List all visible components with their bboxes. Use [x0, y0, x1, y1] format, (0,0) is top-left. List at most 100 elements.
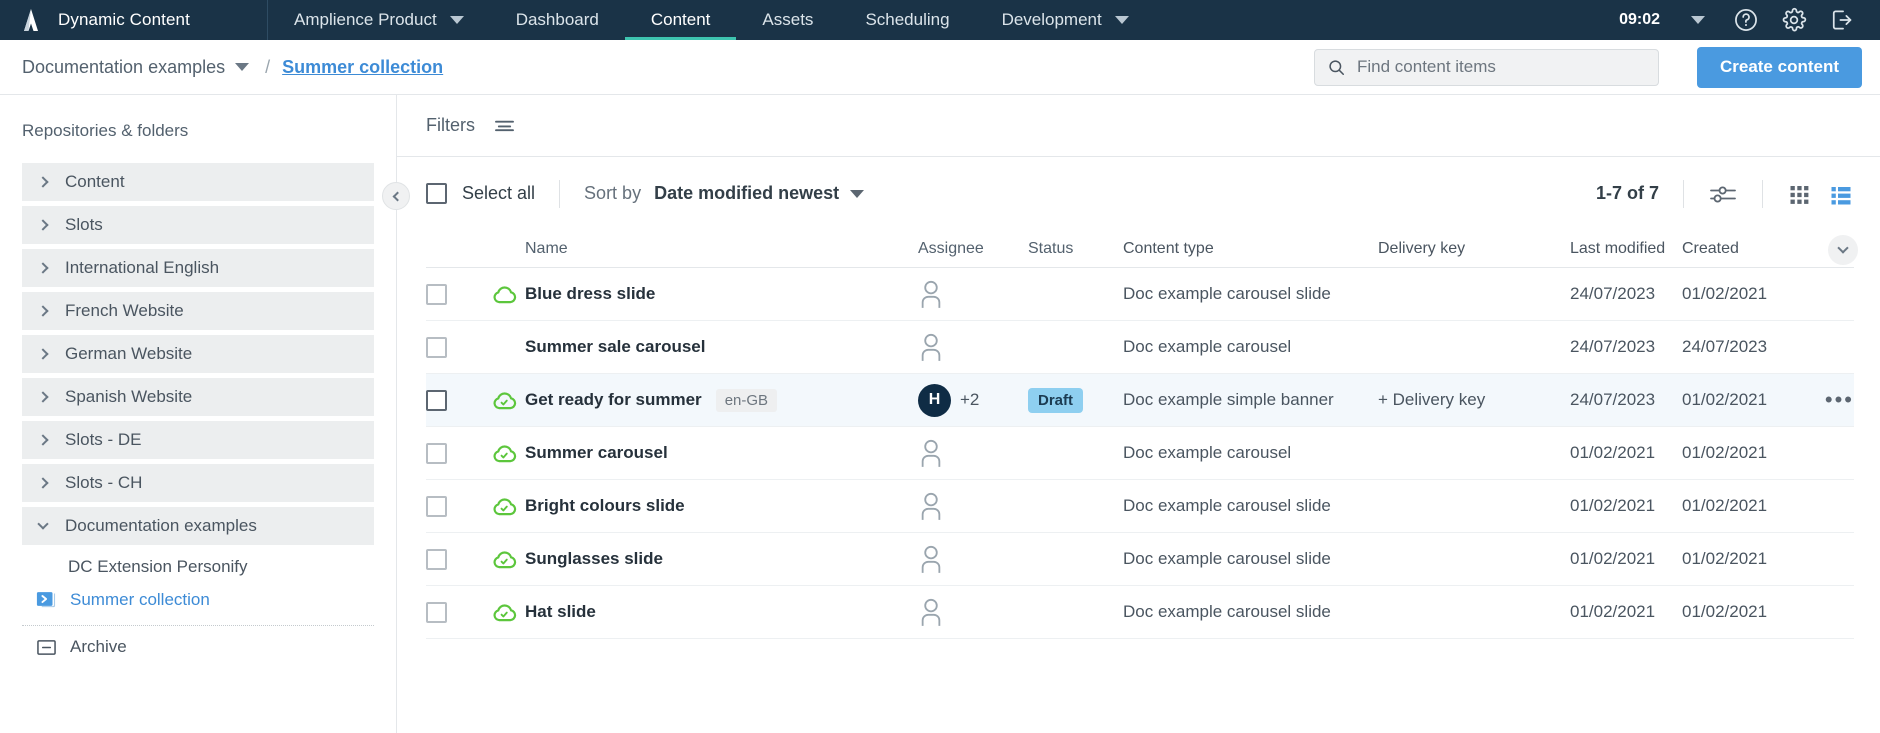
row-name-cell[interactable]: Summer sale carousel	[525, 337, 918, 357]
row-menu-cell: •••	[1794, 389, 1854, 411]
sidebar-item-archive[interactable]: Archive	[22, 629, 374, 665]
nav-item-content[interactable]: Content	[624, 0, 737, 40]
table-row[interactable]: Summer carousel Doc example carousel 01/…	[426, 427, 1854, 480]
table-header-status[interactable]: Status	[1028, 240, 1123, 258]
nav-item-dashboard[interactable]: Dashboard	[490, 0, 625, 40]
sidebar-collapse-button[interactable]	[382, 182, 410, 210]
row-checkbox[interactable]	[426, 548, 447, 570]
sidebar-item-slots-ch[interactable]: Slots - CH	[22, 464, 374, 502]
row-assignee-cell[interactable]	[918, 438, 1028, 468]
nav-item-development[interactable]: Development	[976, 0, 1155, 40]
row-publish-status-cell	[492, 550, 525, 569]
row-publish-status-cell	[492, 603, 525, 622]
chevron-right-icon	[37, 391, 49, 403]
row-publish-status-cell	[492, 285, 525, 304]
row-name-cell[interactable]: Blue dress slide	[525, 284, 918, 304]
row-checkbox[interactable]	[426, 495, 447, 517]
row-name-cell[interactable]: Bright colours slide	[525, 496, 918, 516]
sidebar-item-documentation-examples[interactable]: Documentation examples	[22, 507, 374, 545]
nav-item-scheduling[interactable]: Scheduling	[839, 0, 975, 40]
row-checkbox[interactable]	[426, 283, 447, 305]
select-all-checkbox[interactable]	[426, 183, 447, 204]
nav-item-assets[interactable]: Assets	[736, 0, 839, 40]
logout-button[interactable]	[1818, 0, 1866, 40]
grid-view-icon[interactable]	[1787, 182, 1812, 206]
search-input[interactable]	[1357, 57, 1646, 77]
settings-button[interactable]	[1770, 0, 1818, 40]
row-checkbox[interactable]	[426, 389, 447, 411]
row-name-cell[interactable]: Summer carousel	[525, 443, 918, 463]
more-options-icon[interactable]: •••	[1825, 389, 1854, 411]
expand-panel-button[interactable]	[1828, 235, 1858, 265]
sidebar-divider	[22, 625, 374, 626]
row-checkbox-cell	[426, 336, 492, 358]
row-assignee-cell[interactable]: H +2	[918, 383, 1028, 417]
breadcrumb-separator: /	[265, 56, 271, 77]
toolbar-divider	[1762, 179, 1763, 208]
clock-dropdown-button[interactable]	[1674, 0, 1722, 40]
row-assignee-cell[interactable]	[918, 491, 1028, 521]
create-content-button[interactable]: Create content	[1696, 46, 1862, 88]
row-checkbox[interactable]	[426, 336, 447, 358]
table-row[interactable]: Sunglasses slide Doc example carousel sl…	[426, 533, 1854, 586]
row-checkbox[interactable]	[426, 442, 447, 464]
table-header-assignee[interactable]: Assignee	[918, 240, 1028, 258]
row-assignee-cell[interactable]	[918, 279, 1028, 309]
row-name: Summer sale carousel	[525, 337, 706, 356]
row-name-cell[interactable]: Hat slide	[525, 602, 918, 622]
row-assignee-cell[interactable]	[918, 544, 1028, 574]
table-row[interactable]: Get ready for summer en-GB H +2 Draft Do…	[426, 374, 1854, 427]
chevron-down-icon[interactable]	[850, 189, 865, 198]
help-button[interactable]	[1722, 0, 1770, 40]
list-view-icon[interactable]	[1828, 182, 1854, 206]
folder-open-icon	[36, 592, 56, 608]
sidebar-child-dc-extension-personify[interactable]: DC Extension Personify	[22, 550, 374, 583]
select-all-label[interactable]: Select all	[462, 183, 535, 204]
amplience-logo-icon	[24, 9, 38, 31]
row-checkbox[interactable]	[426, 601, 447, 623]
table-header-delivery-key[interactable]: Delivery key	[1378, 240, 1570, 258]
row-content-type-cell: Doc example carousel slide	[1123, 549, 1331, 568]
cloud-check-icon	[493, 391, 517, 409]
filter-icon[interactable]	[493, 117, 516, 134]
sidebar-child-summer-collection[interactable]: Summer collection	[22, 583, 374, 616]
status-badge: Draft	[1028, 387, 1084, 413]
sliders-icon[interactable]	[1708, 182, 1738, 206]
avatar: H	[918, 383, 951, 417]
row-assignee-cell[interactable]	[918, 332, 1028, 362]
sidebar-item-content[interactable]: Content	[22, 163, 374, 201]
sidebar-item-slots[interactable]: Slots	[22, 206, 374, 244]
sidebar-item-slots-de[interactable]: Slots - DE	[22, 421, 374, 459]
row-name: Get ready for summer	[525, 390, 702, 409]
sidebar-item-german-website[interactable]: German Website	[22, 335, 374, 373]
table-header-name[interactable]: Name	[525, 240, 918, 258]
row-last-modified-cell: 24/07/2023	[1570, 390, 1656, 409]
nav-product-switcher[interactable]: Amplience Product	[268, 0, 490, 40]
table-row[interactable]: Hat slide Doc example carousel slide 01/…	[426, 586, 1854, 639]
table-header-last-modified[interactable]: Last modified	[1570, 240, 1682, 258]
row-delivery-key-cell[interactable]: + Delivery key	[1378, 390, 1570, 410]
breadcrumb-root[interactable]: Documentation examples	[22, 57, 225, 78]
sidebar-item-label: German Website	[65, 344, 193, 363]
top-navigation-bar: Dynamic Content Amplience Product Dashbo…	[0, 0, 1880, 40]
sidebar-item-spanish-website[interactable]: Spanish Website	[22, 378, 374, 416]
sidebar-item-international-english[interactable]: International English	[22, 249, 374, 287]
sort-by-value[interactable]: Date modified newest	[654, 183, 839, 204]
row-assignee-cell[interactable]	[918, 597, 1028, 627]
search-box[interactable]	[1313, 48, 1659, 86]
row-name-cell[interactable]: Sunglasses slide	[525, 549, 918, 569]
filters-label[interactable]: Filters	[426, 115, 475, 136]
breadcrumb-current[interactable]: Summer collection	[282, 57, 443, 78]
avatar-placeholder-icon	[921, 545, 941, 573]
nav-item-label: Scheduling	[865, 10, 950, 29]
chevron-down-icon[interactable]	[235, 63, 250, 71]
row-name-cell[interactable]: Get ready for summer en-GB	[525, 388, 918, 412]
table-header-created[interactable]: Created	[1682, 240, 1794, 258]
table-header-content-type[interactable]: Content type	[1123, 240, 1378, 258]
table-row[interactable]: Summer sale carousel Doc example carouse…	[426, 321, 1854, 374]
sidebar-item-french-website[interactable]: French Website	[22, 292, 374, 330]
table-row[interactable]: Blue dress slide Doc example carousel sl…	[426, 268, 1854, 321]
row-publish-status-cell	[492, 444, 525, 463]
table-row[interactable]: Bright colours slide Doc example carouse…	[426, 480, 1854, 533]
cloud-icon	[493, 285, 517, 303]
